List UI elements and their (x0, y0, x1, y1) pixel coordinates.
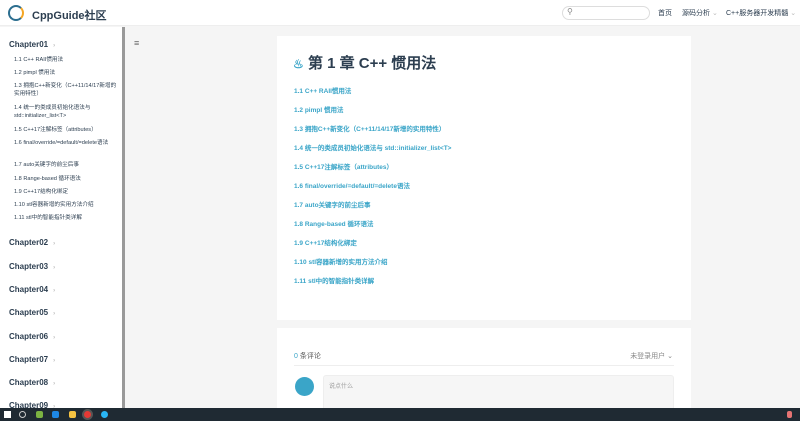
toc-link[interactable]: 1.2 pimpl 惯用法 (294, 104, 343, 114)
toc-link[interactable]: 1.9 C++17结构化绑定 (294, 237, 357, 247)
sidebar-chapter[interactable]: Chapter05 › (9, 308, 55, 317)
top-bar: CppGuide社区 ⚲ 首页 源码分析 ⌄ C++服务器开发精髓 ⌄ (0, 0, 800, 26)
sidebar-item[interactable]: 1.1 C++ RAII惯用法 (14, 56, 118, 64)
toc-link[interactable]: 1.6 final/override/=default/=delete语法 (294, 180, 410, 190)
chevron-right-icon: › (53, 241, 56, 247)
sidebar-chapter[interactable]: Chapter06 › (9, 332, 55, 341)
toc-link[interactable]: 1.4 统一的类成员初始化语法与 std::initializer_list<T… (294, 142, 451, 152)
sidebar-item[interactable]: 1.11 stl中的智能指针类详解 (14, 214, 118, 222)
chevron-down-icon: ⌄ (711, 10, 718, 17)
toc-link[interactable]: 1.7 auto关键字的前尘后事 (294, 199, 371, 209)
chevron-right-icon: › (53, 311, 56, 317)
sidebar: Chapter01 › Chapter02 › Chapter03 › Chapter04 ›… (0, 27, 122, 408)
search-input[interactable]: ⚲ (562, 6, 650, 20)
count: 0 (294, 353, 298, 360)
sidebar-chapter[interactable]: Chapter03 › (9, 262, 55, 271)
sidebar-item[interactable]: 1.7 auto关键字的前尘后事 (14, 161, 118, 169)
comments-card: 0 条评论 未登录用户 ⌄ 说点什么 (277, 328, 691, 415)
toc-link[interactable]: 1.10 stl容器新增的实用方法介绍 (294, 256, 388, 266)
page-title: ♨ 第 1 章 C++ 惯用法 (293, 52, 436, 73)
search-icon[interactable] (19, 411, 26, 418)
chapter-label: Chapter05 (9, 308, 49, 317)
chapter-label: Chapter02 (9, 238, 49, 247)
nav-label: 源码分析 (682, 10, 710, 17)
sidebar-chapter[interactable]: Chapter07 › (9, 355, 55, 364)
divider (294, 365, 674, 366)
chevron-right-icon: › (53, 358, 56, 364)
sidebar-item[interactable]: 1.3 拥抱C++新变化（C++11/14/17新增的实用特性） (14, 82, 118, 98)
nav-source-analysis[interactable]: 源码分析 ⌄ (682, 8, 718, 18)
chevron-right-icon: › (53, 288, 56, 294)
chapter-label: Chapter03 (9, 262, 49, 271)
toc-link[interactable]: 1.8 Range-based 循环语法 (294, 218, 373, 228)
app-icon[interactable] (36, 411, 43, 418)
login-user-dropdown[interactable]: 未登录用户 ⌄ (630, 351, 673, 361)
chapter-label: Chapter08 (9, 378, 49, 387)
sidebar-chapter[interactable]: Chapter04 › (9, 285, 55, 294)
chrome-icon[interactable] (84, 411, 91, 418)
logo-icon[interactable] (8, 5, 24, 21)
chevron-right-icon: › (53, 265, 56, 271)
start-icon[interactable] (4, 411, 11, 418)
app-icon[interactable] (69, 411, 76, 418)
toc-link[interactable]: 1.5 C++17注解标签（attributes） (294, 161, 393, 171)
chevron-down-icon: ⌄ (790, 10, 797, 17)
app-icon[interactable] (101, 411, 108, 418)
github-avatar-icon (295, 377, 314, 396)
menu-toggle-icon[interactable]: ≡ (134, 38, 139, 48)
toc-link[interactable]: 1.11 stl中的智能指针类详解 (294, 275, 374, 285)
chapter-label: Chapter01 (9, 40, 49, 49)
chevron-right-icon: › (53, 335, 56, 341)
tray-icon[interactable] (787, 411, 792, 418)
sidebar-chapter[interactable]: Chapter09 › (9, 401, 55, 408)
chapter-icon: ♨ (293, 57, 304, 71)
sidebar-chapter[interactable]: Chapter02 › (9, 238, 55, 247)
sidebar-chapter[interactable]: Chapter01 › (9, 40, 55, 49)
count-label: 条评论 (299, 353, 321, 360)
chapter-label: Chapter06 (9, 332, 49, 341)
page-title-text: 第 1 章 C++ 惯用法 (307, 55, 437, 72)
article-card: ♨ 第 1 章 C++ 惯用法 1.1 C++ RAII惯用法 1.2 pimpl… (277, 36, 691, 320)
chevron-right-icon: › (53, 381, 56, 387)
windows-taskbar (0, 408, 800, 421)
sidebar-item[interactable]: 1.9 C++17结构化绑定 (14, 188, 118, 196)
sidebar-item[interactable]: 1.4 统一的类成员初始化语法与 std::initializer_list<T… (14, 104, 118, 120)
toc-link[interactable]: 1.1 C++ RAII惯用法 (294, 85, 351, 95)
toc-link[interactable]: 1.3 拥抱C++新变化（C++11/14/17新增的实用特性） (294, 123, 445, 133)
brand-name[interactable]: CppGuide社区 (32, 7, 107, 23)
nav-home[interactable]: 首页 (658, 8, 672, 18)
sidebar-item[interactable]: 1.10 stl容器新增的实用方法介绍 (14, 201, 118, 209)
comment-count: 0 条评论 (294, 351, 321, 361)
sidebar-item[interactable]: 1.8 Range-based 循环语法 (14, 175, 118, 183)
chapter-label: Chapter07 (9, 355, 49, 364)
search-icon: ⚲ (567, 7, 573, 16)
nav-label: C++服务器开发精髓 (726, 10, 789, 17)
sidebar-scrollbar[interactable] (122, 27, 125, 408)
chevron-right-icon: › (53, 43, 56, 49)
chapter-label: Chapter09 (9, 401, 49, 408)
user-label: 未登录用户 (630, 353, 666, 360)
sidebar-item[interactable]: 1.5 C++17注解标签（attributes） (14, 126, 118, 134)
sidebar-chapter[interactable]: Chapter08 › (9, 378, 55, 387)
sidebar-item[interactable]: 1.6 final/override/=default/=delete语法 (14, 139, 118, 147)
edge-icon[interactable] (52, 411, 59, 418)
chapter-label: Chapter04 (9, 285, 49, 294)
nav-cpp-server[interactable]: C++服务器开发精髓 ⌄ (726, 8, 796, 18)
sidebar-item[interactable]: 1.2 pimpl 惯用法 (14, 69, 118, 77)
